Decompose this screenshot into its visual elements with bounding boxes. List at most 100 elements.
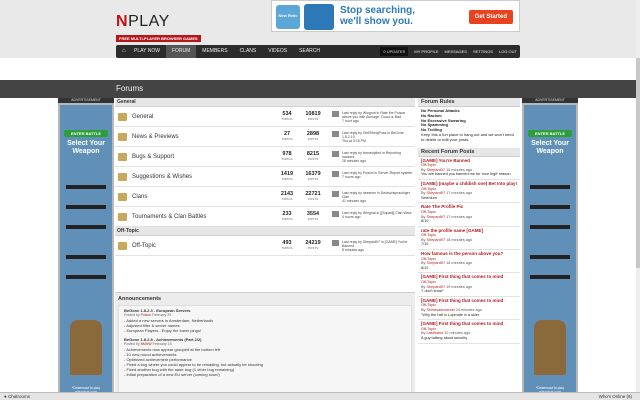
forum-name[interactable]: General <box>132 114 153 120</box>
main-navigation: ⌂ PLAY NOW FORUM MEMBERS CLANS VIDEOS SE… <box>116 45 520 58</box>
topic-count: 534 TOPICS <box>281 111 293 121</box>
recent-post-item[interactable]: [GAME] First thing that comes to mind Off… <box>418 297 520 321</box>
post-count: 8215 POSTS <box>306 151 320 161</box>
nav-play-now[interactable]: PLAY NOW <box>128 45 166 58</box>
recent-post-item[interactable]: rate the profile name [GAME] Off-Topic By … <box>418 227 520 251</box>
user-avatar-icon[interactable] <box>332 211 339 217</box>
nav-search[interactable]: SEARCH <box>293 45 326 58</box>
recent-post-item[interactable]: How famous is the person above you? Off-T… <box>418 250 520 274</box>
rifle-icon <box>530 255 570 259</box>
forum-row[interactable]: Tournaments & Clan Battles 233 TOPICS 3554 P… <box>115 207 415 227</box>
site-logo[interactable]: NPLAY <box>116 13 170 31</box>
user-avatar-icon[interactable] <box>332 151 339 157</box>
last-post-info[interactable]: Last reply by deesnim in Deutschsprachig… <box>342 191 414 204</box>
last-post-info[interactable]: Last reply by Wingnut in [[Squad]] Clan … <box>342 211 414 219</box>
recent-post-snippet: You are banned you banned me for 'nice l… <box>421 172 511 177</box>
announcement-line: - Initial preparation of a new EU server… <box>124 372 220 377</box>
right-ad-column[interactable]: ADVERTISEMENT ENTER BATTLE Select Your W… <box>522 98 578 398</box>
user-avatar-icon[interactable] <box>332 131 339 137</box>
recent-post-item[interactable]: [GAME] First thing that comes to mind Off… <box>418 320 520 344</box>
site-tagline: FREE MULTI-PLAYER BROWSER GAMES <box>116 35 201 42</box>
recent-post-item[interactable]: [GAME] First thing that comes to mind Off… <box>418 273 520 297</box>
forum-name[interactable]: News & Previews <box>132 134 179 140</box>
post-count: 16379 POSTS <box>305 171 321 181</box>
ad-label: ADVERTISEMENT <box>522 98 578 103</box>
nav-clans[interactable]: CLANS <box>234 45 263 58</box>
nav-forum[interactable]: FORUM <box>165 45 197 58</box>
rules-note: Keep this a fun place to hang out and we… <box>421 131 514 142</box>
last-post-info[interactable]: Last reply by Shepard97 in [GAME] You're… <box>342 240 414 253</box>
chatrooms-button[interactable]: ● Chatrooms <box>4 394 30 399</box>
last-post-info[interactable]: Last reply by Poison in Server-Report sy… <box>342 171 414 179</box>
folder-icon <box>118 193 127 201</box>
recent-post-snippet: 8/10 <box>421 265 429 270</box>
recent-post-title[interactable]: [GAME] (maybe a childish one) Bet Into p… <box>421 181 517 187</box>
forum-row[interactable]: Clans 2143 TOPICS 22721 POSTS Last reply by d… <box>115 187 415 207</box>
recent-post-snippet: A guy talking about security <box>421 335 468 340</box>
forum-name[interactable]: Off-Topic <box>132 243 156 249</box>
ad-get-started-button[interactable]: Get Started <box>468 10 513 24</box>
recent-post-snippet: "Why the hell is Lopmate in a skier <box>421 312 480 317</box>
page-title: Forums <box>116 84 144 93</box>
topic-count: 27 TOPICS <box>281 131 293 141</box>
folder-icon <box>118 153 127 161</box>
enter-battle-button[interactable]: ENTER BATTLE <box>64 130 108 137</box>
enter-battle-button[interactable]: ENTER BATTLE <box>528 130 572 137</box>
recent-post-item[interactable]: [GAME] You're Banned Off-Topic By Shepard9… <box>418 157 520 180</box>
scrollbar-thumb[interactable] <box>636 58 640 268</box>
user-avatar-icon[interactable] <box>332 191 339 197</box>
forum-row[interactable]: General 534 TOPICS 10819 POSTS Last reply by … <box>115 107 415 127</box>
rifle-icon <box>66 255 106 259</box>
bottom-bar: ● Chatrooms Who's Online (6) <box>0 392 640 400</box>
ad-label: ADVERTISEMENT <box>58 98 114 103</box>
nav-messages[interactable]: MESSAGES <box>442 49 470 54</box>
last-post-info[interactable]: Last reply by Wingnut in Rate the Poison… <box>342 111 414 124</box>
announcements-box: BeGone 1.8.2.3 - European Servers Posted… <box>118 305 412 395</box>
forum-name[interactable]: Suggestions & Wishes <box>132 174 192 180</box>
rifle-icon <box>530 275 570 279</box>
forum-row[interactable]: Bugs & Support 978 TOPICS 8215 POSTS Last rep… <box>115 147 415 167</box>
whos-online-button[interactable]: Who's Online (6) <box>599 394 632 399</box>
recent-post-item[interactable]: [GAME] (maybe a childish one) Bet Into p… <box>418 180 520 204</box>
user-avatar-icon[interactable] <box>332 111 339 117</box>
forum-name[interactable]: Tournaments & Clan Battles <box>132 214 206 220</box>
page-scrollbar[interactable] <box>636 0 640 392</box>
forum-row[interactable]: Suggestions & Wishes 1419 TOPICS 16379 POSTS… <box>115 167 415 187</box>
nav-videos[interactable]: VIDEOS <box>262 45 293 58</box>
forum-row[interactable]: News & Previews 27 TOPICS 2898 POSTS Last rep… <box>115 127 415 147</box>
recent-post-item[interactable]: Rate The Profile Pic Off-Topic By Shepard9… <box>418 203 520 227</box>
topic-count: 493 TOPICS <box>281 240 293 250</box>
recent-post-snippet: 7/10 <box>421 242 429 247</box>
folder-icon <box>118 173 127 181</box>
folder-icon <box>118 213 127 221</box>
recent-post-title[interactable]: How famous is the person above you? <box>421 251 517 257</box>
soldier-graphic <box>70 320 102 375</box>
forum-list: General General 534 TOPICS 10819 POSTS Last r… <box>115 98 415 398</box>
topic-count: 233 TOPICS <box>281 211 293 221</box>
user-avatar-icon[interactable] <box>332 171 339 177</box>
last-post-info[interactable]: Last reply by farmedpiled in Reporting h… <box>342 151 414 164</box>
recent-post-snippet: 8/10 <box>421 219 429 224</box>
rifle-icon <box>66 185 106 189</box>
last-post-info[interactable]: Last reply by GetRifungPuss in BeGone 1.… <box>342 131 414 144</box>
rifle-icon <box>66 205 106 209</box>
user-avatar-icon[interactable] <box>332 240 339 246</box>
swat-ad-banner[interactable]: ENTER BATTLE Select Your Weapon *Downloa… <box>60 105 112 397</box>
home-icon[interactable]: ⌂ <box>116 45 128 58</box>
rifle-icon <box>530 225 570 229</box>
swat-ad-banner[interactable]: ENTER BATTLE Select Your Weapon *Downloa… <box>524 105 576 397</box>
select-weapon-text: Select Your Weapon <box>67 140 105 155</box>
topic-count: 978 TOPICS <box>281 151 293 161</box>
nav-log-out[interactable]: LOG OUT <box>496 49 520 54</box>
nav-members[interactable]: MEMBERS <box>196 45 233 58</box>
forum-name[interactable]: Clans <box>132 194 147 200</box>
nav-settings[interactable]: SETTINGS <box>470 49 496 54</box>
forum-name[interactable]: Bugs & Support <box>132 154 174 160</box>
updates-badge[interactable]: 0 UPDATES <box>380 47 409 56</box>
top-advertisement[interactable]: New Relic Stop searching, we'll show you.… <box>271 0 520 32</box>
nav-my-profile[interactable]: MY PROFILE <box>411 49 441 54</box>
left-ad-column[interactable]: ADVERTISEMENT ENTER BATTLE Select Your W… <box>58 98 114 398</box>
forum-rules-list: No Personal Attacks No Racism No Excessi… <box>418 107 520 145</box>
forum-row[interactable]: Off-Topic 493 TOPICS 24219 POSTS Last reply b… <box>115 236 415 256</box>
folder-icon <box>118 113 127 121</box>
